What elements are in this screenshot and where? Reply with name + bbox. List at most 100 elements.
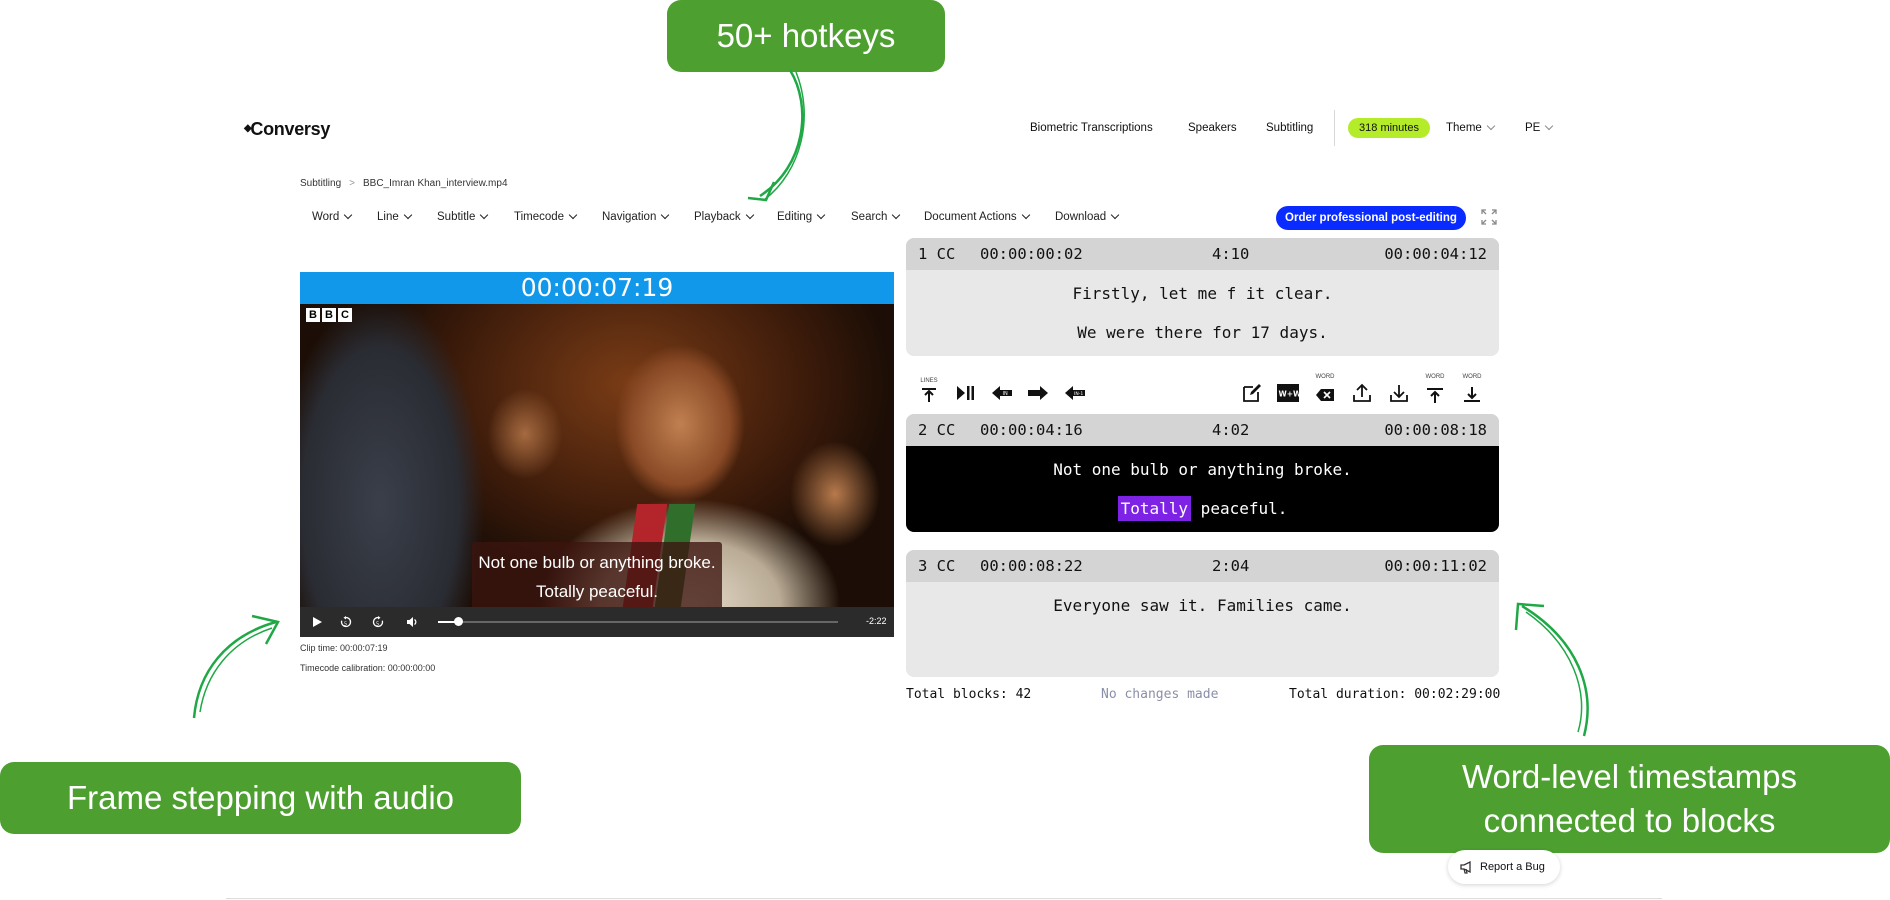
logo-letter: B — [322, 308, 336, 322]
chevron-down-icon — [403, 210, 412, 220]
video-player[interactable]: 00:00:07:19 BBC Not one bulb or anything… — [300, 272, 894, 637]
breadcrumb-parent[interactable]: Subtitling — [300, 178, 341, 189]
split-lines-up-icon[interactable] — [918, 382, 940, 404]
menu-label: Word — [312, 211, 340, 223]
video-subtitle-line: Totally peaceful. — [536, 582, 658, 601]
subtitle-block-active[interactable]: 2 CC 00:00:04:16 4:02 00:00:08:18 Not on… — [906, 414, 1499, 532]
menu-label: Timecode — [514, 211, 565, 223]
play-icon[interactable] — [311, 616, 323, 628]
menu-label: Document Actions — [924, 211, 1017, 223]
theme-label: Theme — [1446, 122, 1482, 134]
menu-subtitle[interactable]: Subtitle — [437, 210, 489, 223]
block-start-time[interactable]: 00:00:04:16 — [980, 421, 1083, 439]
menu-download[interactable]: Download — [1055, 210, 1120, 223]
page-bottom-divider — [226, 898, 1662, 899]
chevron-down-icon — [1486, 121, 1496, 131]
nav-biometric-transcriptions[interactable]: Biometric Transcriptions — [1030, 122, 1153, 134]
video-subtitle-line: Not one bulb or anything broke. — [478, 553, 716, 572]
block-end-time[interactable]: 00:00:11:02 — [1384, 557, 1487, 575]
set-in-minus-one-icon[interactable]: IN-1 — [1064, 382, 1086, 404]
highlighted-word[interactable]: Totally — [1117, 496, 1192, 521]
menu-label: Playback — [694, 211, 741, 223]
menu-label: Search — [851, 211, 888, 223]
block-end-time[interactable]: 00:00:04:12 — [1384, 245, 1487, 263]
arrow-right-icon[interactable] — [1027, 382, 1049, 404]
menu-playback[interactable]: Playback — [694, 210, 754, 223]
edit-icon[interactable] — [1241, 382, 1263, 404]
toolbar-label: WORD — [1315, 374, 1335, 380]
block-start-time[interactable]: 00:00:00:02 — [980, 245, 1083, 263]
order-post-editing-button[interactable]: Order professional post-editing — [1276, 206, 1466, 230]
logo-letter: C — [338, 308, 352, 322]
conversy-logo[interactable]: ◆Conversy — [244, 119, 330, 140]
menu-label: Subtitle — [437, 211, 476, 223]
minutes-badge: 318 minutes — [1348, 118, 1430, 138]
block-id: 1 CC — [918, 245, 956, 263]
menu-label: Download — [1055, 211, 1107, 223]
nav-speakers[interactable]: Speakers — [1188, 122, 1237, 134]
move-word-down-icon[interactable] — [1461, 382, 1483, 404]
arrow-word-timestamps — [1514, 602, 1589, 737]
play-pause-icon[interactable] — [954, 382, 976, 404]
menu-word[interactable]: Word — [312, 210, 353, 223]
move-word-up-icon[interactable] — [1424, 382, 1446, 404]
arrow-frame-stepping — [192, 614, 280, 719]
report-bug-label: Report a Bug — [1480, 861, 1545, 873]
subtitle-block[interactable]: 3 CC 00:00:08:22 2:04 00:00:11:02 Everyo… — [906, 550, 1499, 677]
forward-5-icon[interactable]: 5 — [372, 616, 384, 628]
block-id: 2 CC — [918, 421, 956, 439]
chevron-down-icon — [745, 210, 754, 220]
block-header: 1 CC 00:00:00:02 4:10 00:00:04:12 — [906, 238, 1499, 270]
clip-time: Clip time: 00:00:07:19 — [300, 643, 388, 653]
block-line[interactable]: We were there for 17 days. — [906, 313, 1499, 352]
block-body[interactable]: Firstly, let me f it clear. We were ther… — [906, 270, 1499, 356]
block-body[interactable]: Not one bulb or anything broke. Totally … — [906, 446, 1499, 532]
fullscreen-icon[interactable] — [1481, 209, 1497, 225]
subtitle-block[interactable]: 1 CC 00:00:00:02 4:10 00:00:04:12 Firstl… — [906, 238, 1499, 356]
block-line[interactable]: Everyone saw it. Families came. — [906, 586, 1499, 625]
nav-subtitling[interactable]: Subtitling — [1266, 122, 1313, 134]
block-line[interactable]: Firstly, let me f it clear. — [906, 274, 1499, 313]
menu-label: Line — [377, 211, 399, 223]
icon-text: W+W — [1279, 390, 1300, 399]
block-toolbar: LINES IN IN-1 W+W WORD WORD WORD — [906, 374, 1499, 408]
menu-line[interactable]: Line — [377, 210, 412, 223]
time-remaining: -2:22 — [866, 616, 887, 626]
menu-editing[interactable]: Editing — [777, 210, 826, 223]
seek-handle[interactable] — [454, 617, 463, 626]
seek-bar[interactable] — [438, 621, 838, 623]
megaphone-icon — [1460, 860, 1471, 874]
block-line[interactable]: Not one bulb or anything broke. — [906, 450, 1499, 489]
merge-words-icon[interactable]: W+W — [1277, 382, 1299, 404]
breadcrumb-current: BBC_Imran Khan_interview.mp4 — [362, 178, 508, 189]
logo-letter: B — [306, 308, 320, 322]
video-controls: 5 5 -2:22 — [300, 607, 894, 637]
block-end-time[interactable]: 00:00:08:18 — [1384, 421, 1487, 439]
block-line-text[interactable]: peaceful. — [1191, 499, 1288, 518]
header-divider — [1334, 110, 1335, 146]
block-line[interactable]: Totally peaceful. — [906, 489, 1499, 528]
svg-text:5: 5 — [344, 622, 347, 628]
download-icon[interactable] — [1388, 382, 1410, 404]
block-start-time[interactable]: 00:00:08:22 — [980, 557, 1083, 575]
volume-icon[interactable] — [406, 616, 418, 628]
menu-document-actions[interactable]: Document Actions — [924, 210, 1030, 223]
icon-text: IN-1 — [1074, 391, 1083, 397]
menu-navigation[interactable]: Navigation — [602, 210, 670, 223]
toolbar-label: WORD — [1462, 374, 1482, 380]
set-in-icon[interactable]: IN — [991, 382, 1013, 404]
delete-word-icon[interactable] — [1314, 382, 1336, 404]
rewind-5-icon[interactable]: 5 — [340, 616, 352, 628]
user-menu[interactable]: PE — [1525, 121, 1554, 134]
menu-search[interactable]: Search — [851, 210, 901, 223]
menu-timecode[interactable]: Timecode — [514, 210, 578, 223]
chevron-down-icon — [344, 210, 353, 220]
chevron-right-icon: > — [349, 178, 355, 189]
upload-icon[interactable] — [1351, 382, 1373, 404]
block-body[interactable]: Everyone saw it. Families came. — [906, 582, 1499, 629]
report-bug-button[interactable]: Report a Bug — [1448, 850, 1560, 884]
callout-word-timestamps: Word-level timestamps connected to block… — [1369, 745, 1890, 853]
timecode-calibration[interactable]: Timecode calibration: 00:00:00:00 — [300, 663, 435, 673]
total-blocks: Total blocks: 42 — [906, 687, 1032, 702]
theme-dropdown[interactable]: Theme — [1446, 121, 1496, 134]
